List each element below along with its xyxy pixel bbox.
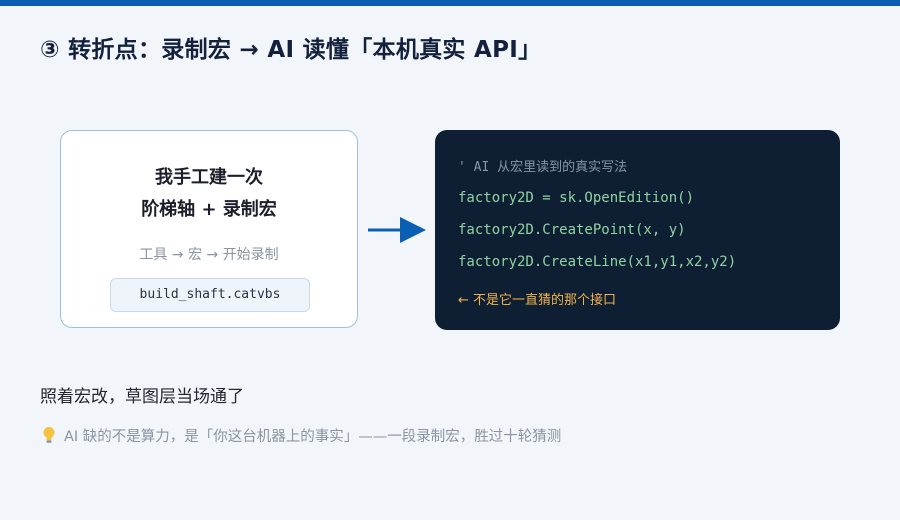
- code-note: ← 不是它一直猜的那个接口: [458, 293, 617, 308]
- code-line: factory2D = sk.OpenEdition(): [458, 190, 695, 206]
- macro-filename-chip: build_shaft.catvbs: [110, 278, 310, 312]
- tip-line: AI 缺的不是算力，是「你这台机器上的事实」——一段录制宏，胜过十轮猜测: [42, 425, 561, 446]
- lightbulb-icon: [43, 427, 55, 443]
- summary-text: 照着宏改，草图层当场通了: [40, 387, 244, 407]
- code-line: factory2D.CreateLine(x1,y1,x2,y2): [458, 254, 737, 270]
- page-title: ③ 转折点：录制宏 → AI 读懂「本机真实 API」: [40, 37, 542, 63]
- card-title-line2: 阶梯轴 + 录制宏: [141, 199, 277, 220]
- code-line: factory2D.CreatePoint(x, y): [458, 222, 686, 238]
- menu-path-text: 工具 → 宏 → 开始录制: [139, 247, 279, 263]
- manual-macro-card: 我手工建一次 阶梯轴 + 录制宏 工具 → 宏 → 开始录制 build_sha…: [60, 130, 358, 328]
- tip-text: AI 缺的不是算力，是「你这台机器上的事实」——一段录制宏，胜过十轮猜测: [64, 429, 562, 445]
- top-accent-bar: [0, 0, 900, 6]
- code-snippet-panel: ' AI 从宏里读到的真实写法 factory2D = sk.OpenEditi…: [435, 130, 840, 330]
- arrow-right-icon: [368, 217, 426, 243]
- code-comment: ' AI 从宏里读到的真实写法: [458, 160, 628, 175]
- card-title-line1: 我手工建一次: [155, 167, 263, 188]
